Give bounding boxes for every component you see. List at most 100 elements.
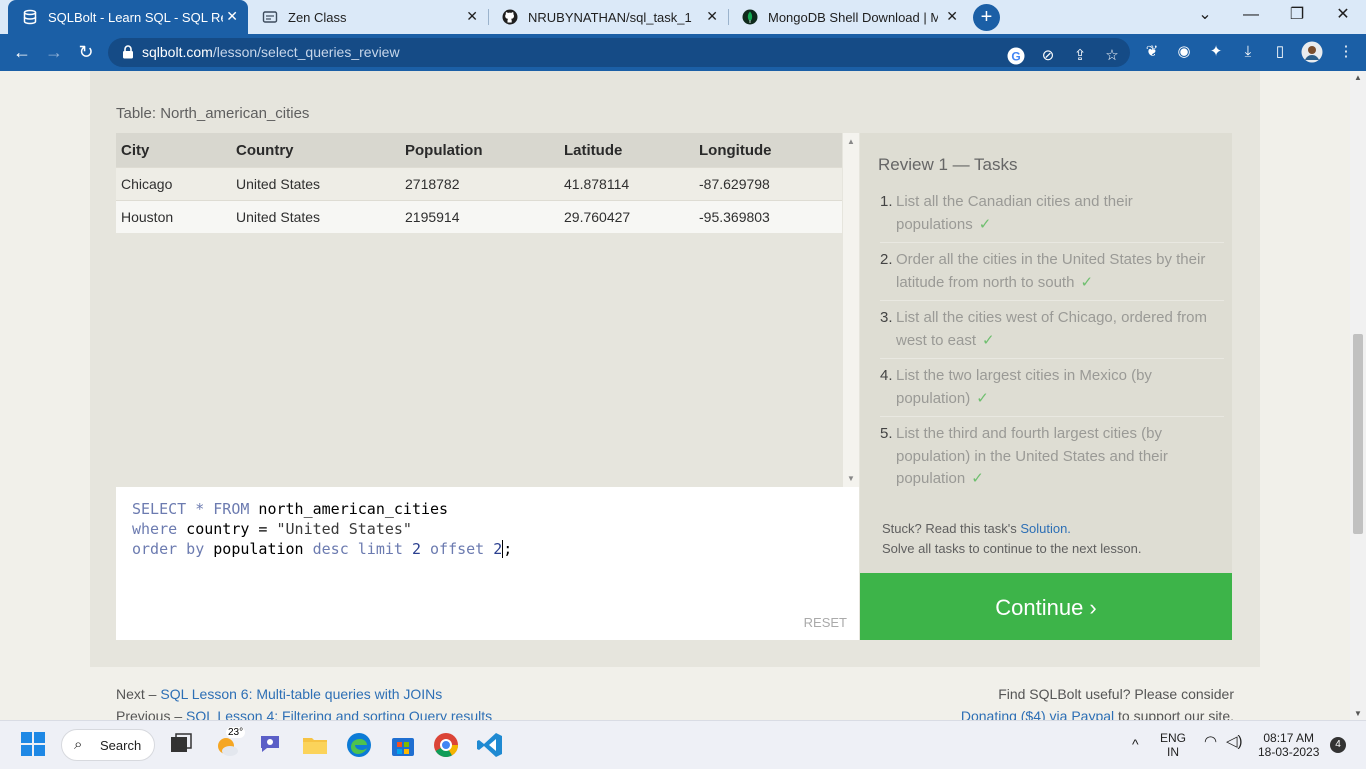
close-icon[interactable]: ✕ — [946, 8, 958, 25]
back-arrow-icon[interactable]: ← — [10, 40, 34, 64]
tab-title: MongoDB Shell Download | MongoDB — [768, 9, 938, 25]
continue-button[interactable]: Continue › — [860, 573, 1232, 640]
column-header: City — [116, 133, 231, 168]
wifi-icon[interactable]: ◠ — [1204, 734, 1217, 749]
language-indicator[interactable]: ENG IN — [1160, 731, 1186, 759]
minimize-button[interactable]: — — [1228, 0, 1274, 30]
column-header: Longitude — [694, 133, 842, 168]
address-bar[interactable]: sqlbolt.com/lesson/select_queries_review… — [108, 38, 1130, 67]
stuck-text: Stuck? Read this task's — [882, 521, 1021, 536]
scroll-up-arrow-icon[interactable]: ▲ — [847, 137, 855, 146]
table-cell: 2195914 — [400, 200, 559, 233]
windows-taskbar: ⌕ Search 23° ^ ENG IN ◠ ◁) 08:17 AM 18-0… — [0, 720, 1366, 769]
tab-sqlbolt[interactable]: SQLBolt - Learn SQL - SQL Review ✕ — [8, 0, 248, 34]
scroll-up-arrow-icon[interactable]: ▲ — [1354, 73, 1362, 82]
table-cell: United States — [231, 200, 400, 233]
scroll-down-arrow-icon[interactable]: ▼ — [1354, 709, 1362, 718]
microsoft-store-icon[interactable] — [389, 731, 417, 759]
table-cell: 2718782 — [400, 167, 559, 201]
column-header: Country — [231, 133, 400, 168]
browser-menu-icon[interactable]: ⋮ — [1334, 40, 1358, 64]
task-text: List the two largest cities in Mexico (b… — [896, 367, 1152, 407]
scroll-down-arrow-icon[interactable]: ▼ — [847, 474, 855, 483]
extension-circle-icon[interactable]: ◉ — [1172, 40, 1196, 64]
show-hidden-icons-chevron-icon[interactable]: ^ — [1132, 737, 1139, 751]
footer-navigation: Next – SQL Lesson 6: Multi-table queries… — [116, 683, 492, 720]
reset-button[interactable]: RESET — [804, 615, 847, 630]
puzzle-extensions-icon[interactable]: ✦ — [1204, 40, 1228, 64]
close-window-button[interactable]: ✕ — [1320, 0, 1366, 30]
sql-identifier: population — [204, 540, 313, 558]
task-number: 4. — [880, 367, 893, 384]
results-scrollbar[interactable]: ▲ ▼ — [843, 133, 859, 487]
task-text: Order all the cities in the United State… — [896, 251, 1206, 291]
sql-code[interactable]: SELECT * FROM north_american_cities wher… — [132, 499, 513, 559]
tasks-title: Review 1 — Tasks — [878, 155, 1018, 174]
speaker-icon[interactable]: ◁) — [1226, 734, 1243, 749]
scrollbar-thumb[interactable] — [1353, 334, 1363, 534]
tab-github[interactable]: NRUBYNATHAN/sql_task_1 ✕ — [488, 0, 728, 34]
side-panel-icon[interactable]: ▯ — [1268, 40, 1292, 64]
table-label: Table: North_american_cities — [116, 105, 310, 122]
solution-link[interactable]: Solution. — [1020, 521, 1071, 536]
reload-icon[interactable]: ↻ — [74, 40, 98, 64]
extension-leaf-icon[interactable]: ❦ — [1140, 40, 1164, 64]
task-view-icon[interactable] — [168, 731, 196, 759]
profile-avatar[interactable] — [1300, 40, 1324, 64]
table-cell: 41.878114 — [559, 167, 694, 201]
sql-editor[interactable]: SELECT * FROM north_american_cities wher… — [116, 487, 859, 640]
vscode-icon[interactable] — [476, 731, 504, 759]
tab-title: NRUBYNATHAN/sql_task_1 — [528, 9, 692, 25]
browser-toolbar: ← → ↻ sqlbolt.com/lesson/select_queries_… — [0, 34, 1366, 71]
chrome-icon[interactable] — [432, 731, 460, 759]
task-item: 1. List all the Canadian cities and their… — [880, 189, 1224, 243]
star-bookmark-icon[interactable]: ☆ — [1100, 44, 1124, 68]
table-header-row: City Country Population Latitude Longitu… — [116, 133, 842, 168]
results-table-container: City Country Population Latitude Longitu… — [116, 133, 844, 487]
edge-browser-icon[interactable] — [345, 731, 373, 759]
url-host: sqlbolt.com — [142, 44, 213, 60]
share-icon[interactable]: ⇪ — [1068, 44, 1092, 68]
donate-link[interactable]: Donating ($4) via Paypal — [961, 708, 1114, 720]
weather-icon[interactable]: 23° — [214, 727, 246, 759]
task-number: 3. — [880, 309, 893, 326]
clock[interactable]: 08:17 AM 18-03-2023 — [1258, 731, 1319, 759]
task-number: 2. — [880, 251, 893, 268]
notification-badge[interactable]: 4 — [1330, 737, 1346, 753]
download-icon[interactable]: ⤓ — [1236, 40, 1260, 64]
checkmark-icon: ✓ — [1080, 273, 1094, 291]
chat-icon[interactable] — [257, 731, 285, 759]
task-item: 5. List the third and fourth largest citi… — [880, 421, 1224, 497]
url-text: sqlbolt.com/lesson/select_queries_review — [142, 44, 400, 60]
page-scrollbar[interactable]: ▲ ▼ — [1350, 71, 1366, 720]
forward-arrow-icon[interactable]: → — [42, 40, 66, 64]
github-icon — [502, 9, 518, 25]
file-explorer-icon[interactable] — [301, 731, 329, 759]
language-bottom: IN — [1167, 745, 1179, 759]
tasks-panel: Review 1 — Tasks 1. List all the Canadian… — [860, 133, 1232, 573]
task-text: List the third and fourth largest cities… — [896, 425, 1168, 487]
taskbar-search[interactable]: ⌕ Search — [61, 729, 155, 761]
sql-keyword: desc limit — [312, 540, 403, 558]
windows-start-icon[interactable] — [20, 731, 48, 759]
donate-suffix: to support our site. — [1114, 708, 1234, 720]
tab-search-chevron-icon[interactable]: ⌄ — [1182, 0, 1228, 30]
sql-keyword: SELECT * FROM — [132, 500, 250, 518]
previous-lesson-link[interactable]: SQL Lesson 4: Filtering and sorting Quer… — [186, 708, 492, 720]
tab-zen-class[interactable]: Zen Class ✕ — [248, 0, 488, 34]
close-icon[interactable]: ✕ — [706, 8, 718, 25]
checkmark-icon: ✓ — [978, 215, 992, 233]
eye-off-icon[interactable]: ⊘ — [1036, 44, 1060, 68]
google-icon[interactable]: G — [1004, 44, 1028, 68]
close-icon[interactable]: ✕ — [466, 8, 478, 25]
url-path: /lesson/select_queries_review — [212, 44, 400, 60]
tab-mongodb[interactable]: MongoDB Shell Download | MongoDB ✕ — [728, 0, 968, 34]
mongodb-leaf-icon — [742, 9, 758, 25]
clock-date: 18-03-2023 — [1258, 745, 1320, 759]
new-tab-button[interactable]: + — [973, 4, 1000, 31]
task-item: 2. Order all the cities in the United Sta… — [880, 247, 1224, 301]
close-icon[interactable]: ✕ — [226, 8, 238, 25]
restore-button[interactable]: ❐ — [1274, 0, 1320, 30]
solve-all-text: Solve all tasks to continue to the next … — [882, 541, 1142, 556]
next-lesson-link[interactable]: SQL Lesson 6: Multi-table queries with J… — [160, 686, 442, 702]
